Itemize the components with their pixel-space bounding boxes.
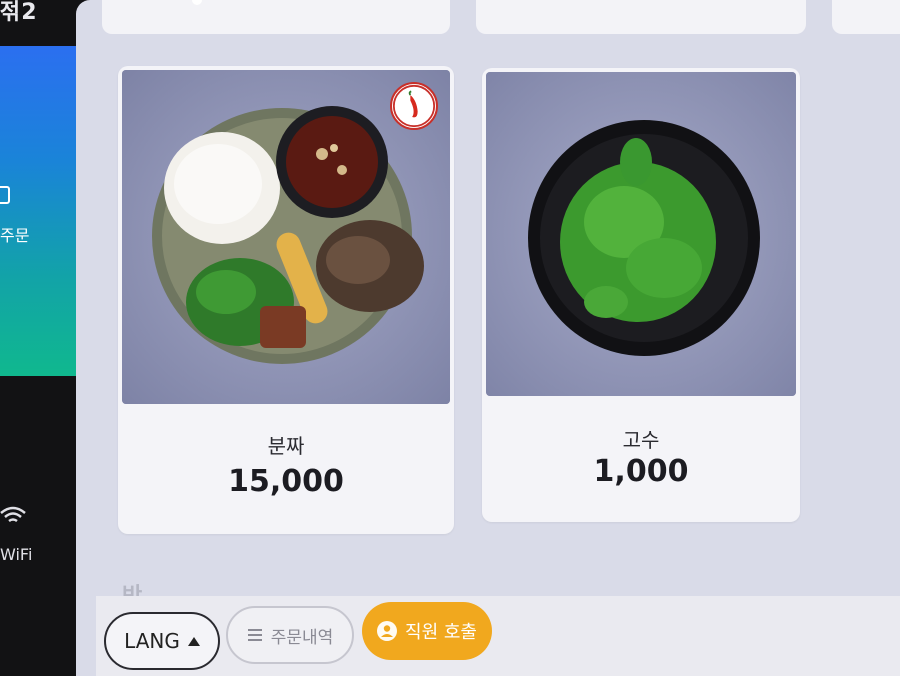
previous-menu-card[interactable] [476, 0, 806, 34]
cilantro-photo [486, 72, 796, 396]
person-icon [377, 621, 398, 641]
order-history-button[interactable]: 주문내역 [226, 606, 354, 664]
menu-item-name: 고수 [622, 428, 660, 452]
wifi-icon [0, 506, 26, 523]
menu-item-name: 분짜 [267, 434, 305, 458]
call-staff-button[interactable]: 직원 호출 [362, 602, 492, 660]
previous-menu-card[interactable] [832, 0, 900, 34]
wifi-label: WiFi [0, 545, 33, 564]
menu-item-price: 1,000 [593, 454, 689, 489]
order-nav-panel[interactable]: 주문 [0, 46, 84, 376]
menu-item-price: 15,000 [228, 464, 344, 499]
language-button[interactable]: LANG [104, 612, 220, 670]
menu-card-bunja[interactable]: 분짜 15,000 [118, 66, 454, 534]
sidebar: 젂2 주문 WiFi [0, 0, 84, 676]
menu-item-photo [122, 70, 450, 404]
previous-menu-card[interactable] [102, 0, 450, 34]
order-history-label: 주문내역 [270, 627, 334, 648]
list-icon [247, 629, 262, 641]
call-staff-label: 직원 호출 [405, 622, 477, 643]
receipt-icon [0, 186, 10, 204]
table-number-label: 젂2 [0, 0, 38, 25]
caret-up-icon [187, 636, 200, 646]
chili-pepper-icon [390, 82, 438, 130]
language-button-label: LANG [124, 629, 180, 653]
order-nav-label: 주문 [0, 226, 30, 245]
menu-item-photo [486, 72, 796, 396]
menu-card-cilantro[interactable]: 고수 1,000 [482, 68, 800, 522]
